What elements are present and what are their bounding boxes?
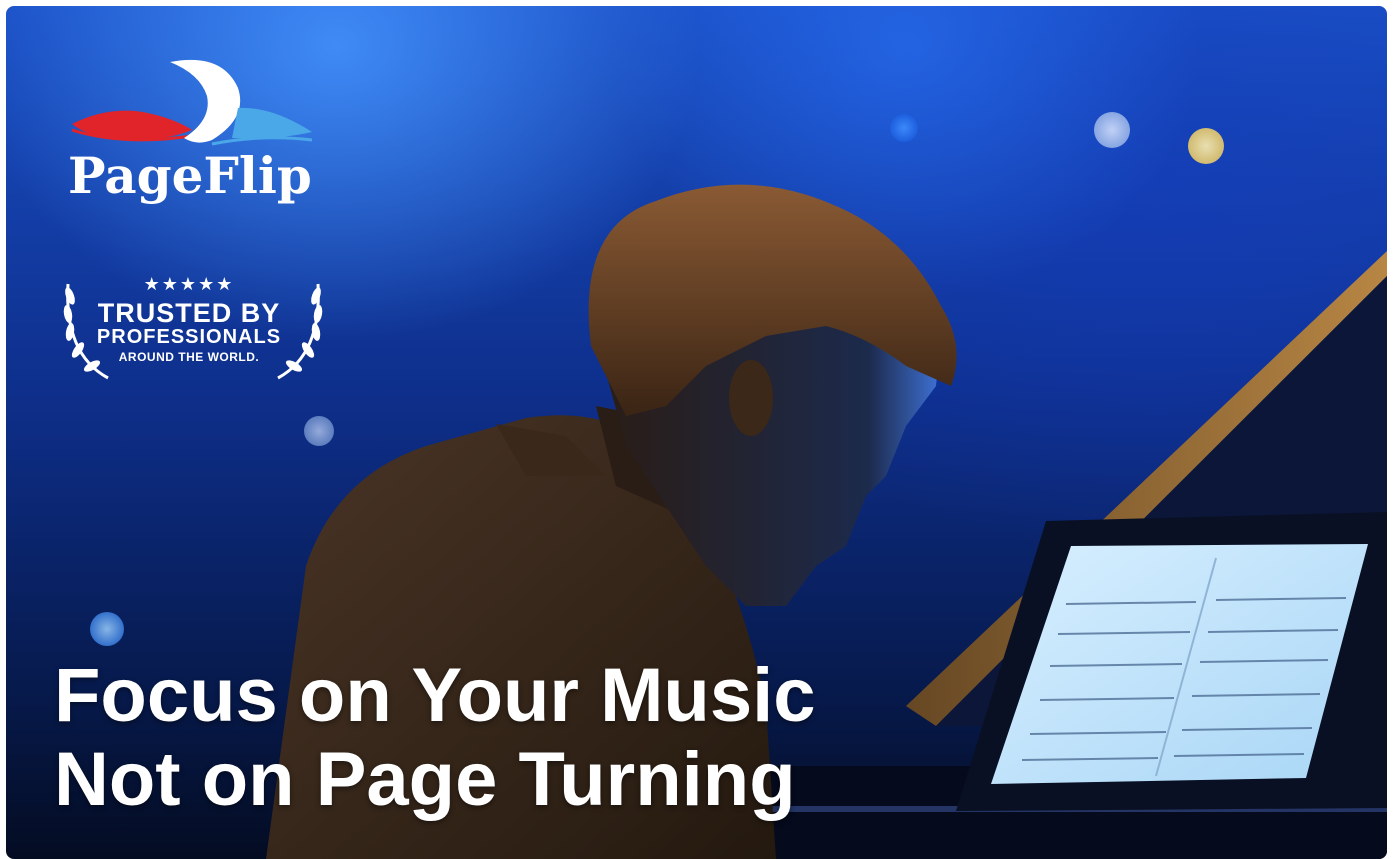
badge-line-2: PROFESSIONALS <box>96 326 282 348</box>
brand-wordmark: PageFlip <box>68 146 312 205</box>
rating-stars-icon: ★★★★★ <box>143 274 235 295</box>
headline-line-1: Focus on Your Music <box>54 653 816 738</box>
hero-headline: Focus on Your Music Not on Page Turning <box>54 654 815 822</box>
badge-line-3: AROUND THE WORLD. <box>118 350 260 364</box>
hero-banner: PageFlip ★★★★★ TRUSTED BY PROFESSIONALS … <box>6 6 1387 859</box>
page-flip-logo-icon <box>71 59 313 146</box>
trusted-badge: ★★★★★ TRUSTED BY PROFESSIONALS AROUND TH… <box>56 268 336 388</box>
badge-line-1: TRUSTED BY <box>97 298 281 328</box>
headline-line-2: Not on Page Turning <box>54 737 796 822</box>
